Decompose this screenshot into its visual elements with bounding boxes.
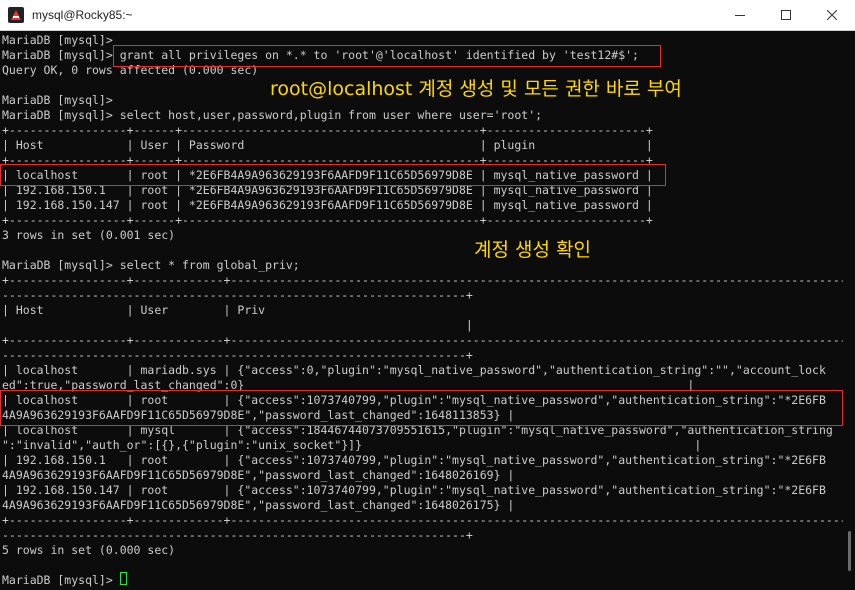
terminal-line: | 192.168.150.147 | root | {"access":107…	[2, 483, 826, 497]
minimize-icon	[735, 15, 745, 16]
terminal-line: MariaDB [mysql]>	[2, 33, 113, 47]
terminal-prompt-line: MariaDB [mysql]>	[2, 573, 120, 587]
verify-annotation: 계정 생성 확인	[474, 239, 591, 261]
terminal-line: 4A9A963629193F6AAFD9F11C65D56979D8E","pa…	[2, 498, 515, 512]
terminal-line: | Host | User | Password | plugin |	[2, 138, 653, 152]
terminal-line: | 192.168.150.1 | root | {"access":10737…	[2, 453, 826, 467]
title-bar[interactable]: mysql@Rocky85:~	[0, 0, 855, 31]
terminal-line: +-----------------+-------------+-------…	[2, 273, 843, 287]
scroll-thumb[interactable]	[848, 531, 851, 571]
window-title: mysql@Rocky85:~	[32, 8, 133, 22]
terminal-line: |	[2, 318, 473, 332]
terminal-line: 5 rows in set (0.000 sec)	[2, 543, 176, 557]
terminal-window: mysql@Rocky85:~ MariaDB [mysql]> MariaDB…	[0, 0, 855, 590]
terminal-line: 3 rows in set (0.001 sec)	[2, 228, 176, 242]
terminal-cursor	[120, 572, 127, 585]
terminal-line: +-----------------+------+--------------…	[2, 213, 653, 227]
localhost-row-highlight	[0, 164, 666, 186]
terminal-line: ----------------------------------------…	[2, 348, 473, 362]
terminal-line: MariaDB [mysql]> select host,user,passwo…	[2, 108, 543, 122]
terminal-line: 4A9A963629193F6AAFD9F11C65D56979D8E","pa…	[2, 468, 515, 482]
terminal-line: ----------------------------------------…	[2, 528, 473, 542]
terminal-line: | 192.168.150.147 | root | *2E6FB4A9A963…	[2, 198, 653, 212]
close-icon	[827, 10, 837, 20]
terminal-line: ----------------------------------------…	[2, 288, 473, 302]
global-priv-root-highlight	[0, 390, 843, 426]
terminal-line: +-----------------+-------------+-------…	[2, 333, 843, 347]
maximize-button[interactable]	[763, 0, 809, 30]
vertical-scrollbar[interactable]	[843, 31, 855, 590]
terminal-line: | localhost | mariadb.sys | {"access":0,…	[2, 363, 826, 377]
terminal-line: | Host | User | Priv	[2, 303, 266, 317]
terminal-line: MariaDB [mysql]> select * from global_pr…	[2, 258, 300, 272]
terminal-line: ":"invalid","auth_or":[{},{"plugin":"uni…	[2, 438, 702, 452]
minimize-button[interactable]	[717, 0, 763, 30]
grant-annotation: root@localhost 계정 생성 및 모든 권한 바로 부여	[270, 78, 682, 100]
terminal-line: +-----------------+------+--------------…	[2, 123, 653, 137]
terminal-output[interactable]: MariaDB [mysql]> MariaDB [mysql]> grant …	[0, 31, 843, 590]
grant-command-highlight	[113, 45, 661, 67]
close-button[interactable]	[809, 0, 855, 30]
terminal-line: MariaDB [mysql]>	[2, 93, 113, 107]
terminal-app-icon	[8, 7, 24, 23]
terminal-line: +-----------------+-------------+-------…	[2, 513, 843, 527]
maximize-icon	[781, 10, 791, 20]
